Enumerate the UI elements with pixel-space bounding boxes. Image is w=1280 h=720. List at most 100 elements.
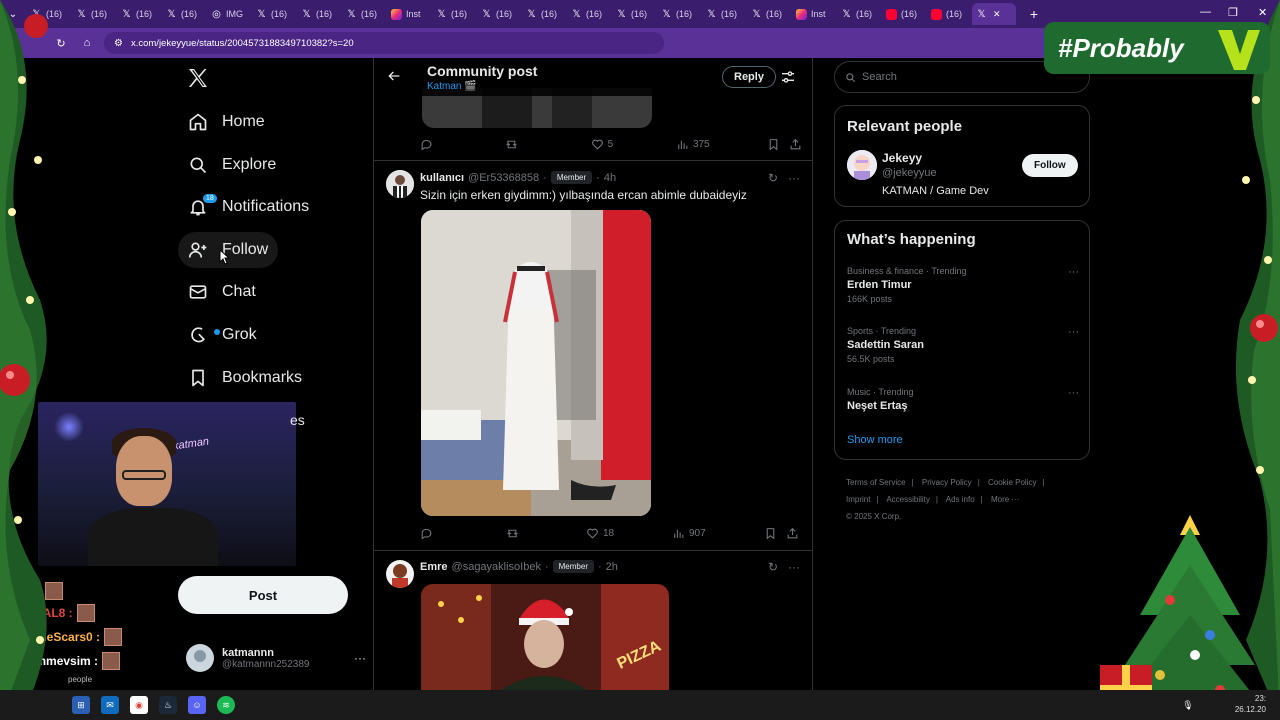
person-handle[interactable]: @jekeyyue	[882, 167, 937, 179]
back-arrow-icon[interactable]	[386, 68, 402, 84]
close-tab-icon[interactable]: ✕	[993, 9, 1001, 20]
browser-tab[interactable]: 𝕏 (16)	[252, 3, 296, 25]
follow-button[interactable]: Follow	[1022, 154, 1078, 177]
steam-icon[interactable]: ♨	[159, 696, 177, 714]
community-name[interactable]: Katman 🎬	[427, 81, 477, 92]
browser-tab[interactable]: (16)	[882, 3, 926, 25]
repost-action[interactable]	[506, 527, 586, 540]
nav-notifications[interactable]: 18 Notifications	[178, 189, 319, 225]
bookmark-action[interactable]	[764, 527, 786, 540]
author-handle[interactable]: @sagayaklisoIbek	[452, 561, 541, 573]
views-action[interactable]: 375	[676, 138, 767, 151]
browser-tab[interactable]: ◎ IMG	[207, 3, 251, 25]
webcam-overlay: katman	[38, 402, 296, 566]
browser-tab[interactable]: (16)	[927, 3, 971, 25]
more-options-icon[interactable]: ···	[354, 651, 366, 665]
browser-tab[interactable]: Inst	[792, 3, 836, 25]
post-time[interactable]: 4h	[604, 172, 616, 184]
post-button[interactable]: Post	[178, 576, 348, 614]
reply-button[interactable]: Reply	[722, 66, 776, 88]
footer-link[interactable]: Privacy Policy	[922, 478, 972, 487]
site-info-icon[interactable]: ⚙	[114, 38, 123, 49]
avatar[interactable]	[847, 150, 877, 180]
discord-icon[interactable]: ☺	[188, 696, 206, 714]
share-action[interactable]	[786, 527, 799, 540]
author-handle[interactable]: @Er53368858	[468, 172, 539, 184]
nav-explore[interactable]: Explore	[178, 147, 286, 183]
grok-explain-icon[interactable]: ↻	[768, 560, 778, 574]
reply-action[interactable]	[420, 527, 506, 540]
nav-home[interactable]: Home	[178, 104, 275, 140]
browser-tab[interactable]: 𝕏 (16)	[657, 3, 701, 25]
share-action[interactable]	[789, 138, 802, 151]
like-action[interactable]: 5	[591, 138, 676, 151]
footer-link[interactable]: Imprint	[846, 495, 870, 504]
close-window-icon[interactable]: ✕	[1258, 6, 1267, 19]
footer-link[interactable]: Ads info	[946, 495, 975, 504]
tab-label: (16)	[361, 9, 378, 19]
views-action[interactable]: 907	[672, 527, 764, 540]
x-logo-icon[interactable]	[186, 66, 210, 90]
new-tab-button[interactable]: +	[1026, 6, 1042, 22]
repost-action[interactable]	[505, 138, 590, 151]
outlook-icon[interactable]: ✉	[101, 696, 119, 714]
browser-tab[interactable]: Inst	[387, 3, 431, 25]
maximize-icon[interactable]: ❐	[1228, 6, 1238, 19]
minimize-icon[interactable]: —	[1200, 6, 1211, 18]
url-field[interactable]: ⚙ x.com/jekeyyue/status/2004573188349710…	[104, 32, 664, 54]
tab-search-icon[interactable]: ⌄	[0, 3, 26, 25]
post-photo[interactable]	[421, 210, 651, 516]
reply-action[interactable]	[420, 138, 505, 151]
nav-chat[interactable]: Chat	[178, 274, 266, 310]
more-options-icon[interactable]: ···	[1068, 266, 1079, 278]
more-options-icon[interactable]: ···	[1068, 387, 1079, 399]
trend-item[interactable]: Sports · Trending Sadettin Saran 56.5K p…	[847, 326, 1079, 364]
nav-bookmarks[interactable]: Bookmarks	[178, 360, 312, 396]
account-switcher[interactable]: katmannn @katmannn252389 ···	[186, 640, 366, 676]
post-photo[interactable]: PIZZA	[421, 584, 669, 690]
browser-tab[interactable]: 𝕏 (16)	[342, 3, 386, 25]
windows-icon[interactable]: ⊞	[72, 696, 90, 714]
more-options-icon[interactable]: ···	[788, 560, 800, 574]
footer-link[interactable]: Accessibility	[886, 495, 930, 504]
more-options-icon[interactable]: ···	[1068, 326, 1079, 338]
person-name[interactable]: Jekeyy	[882, 151, 922, 165]
microphone-icon[interactable]: 🎙	[1179, 696, 1197, 714]
browser-tab[interactable]: 𝕏 (16)	[162, 3, 206, 25]
like-action[interactable]: 18	[586, 527, 672, 540]
avatar[interactable]	[386, 170, 414, 198]
spotify-icon[interactable]: ≋	[217, 696, 235, 714]
author-name[interactable]: kullanıcı	[420, 172, 464, 184]
browser-tab[interactable]: 𝕏 (16)	[567, 3, 611, 25]
home-button-icon[interactable]: ⌂	[78, 37, 96, 49]
browser-tab[interactable]: 𝕏 (16)	[432, 3, 476, 25]
filter-icon[interactable]	[780, 69, 796, 85]
browser-tab[interactable]: 𝕏 (16)	[297, 3, 341, 25]
nav-grok[interactable]: Grok	[178, 317, 267, 353]
browser-tab[interactable]: 𝕏 (16)	[477, 3, 521, 25]
more-options-icon[interactable]: ···	[788, 171, 800, 185]
post-time[interactable]: 2h	[606, 561, 618, 573]
browser-tab[interactable]: 𝕏 (16)	[837, 3, 881, 25]
browser-tab[interactable]: 𝕏 (16)	[27, 3, 71, 25]
tab-active[interactable]: 𝕏 ✕	[972, 3, 1016, 25]
browser-tab[interactable]: 𝕏 (16)	[117, 3, 161, 25]
browser-tab[interactable]: 𝕏 (16)	[747, 3, 791, 25]
browser-tab[interactable]: 𝕏 (16)	[522, 3, 566, 25]
author-name[interactable]: Emre	[420, 561, 448, 573]
grok-explain-icon[interactable]: ↻	[768, 171, 778, 185]
browser-tab[interactable]: 𝕏 (16)	[72, 3, 116, 25]
browser-tab[interactable]: 𝕏 (16)	[612, 3, 656, 25]
avatar[interactable]	[386, 560, 414, 588]
trend-item[interactable]: Music · Trending Neşet Ertaş ···	[847, 387, 1079, 412]
bookmark-action[interactable]	[767, 138, 789, 151]
footer-link[interactable]: Cookie Policy	[988, 478, 1036, 487]
reload-icon[interactable]: ↻	[52, 37, 70, 50]
footer-link[interactable]: Terms of Service	[846, 478, 906, 487]
trend-item[interactable]: Business & finance · Trending Erden Timu…	[847, 266, 1079, 304]
footer-link[interactable]: More ···	[991, 495, 1019, 504]
browser-tab[interactable]: 𝕏 (16)	[702, 3, 746, 25]
chrome-icon[interactable]: ◉	[130, 696, 148, 714]
system-clock[interactable]: 23: 26.12.20	[1235, 693, 1266, 715]
show-more-link[interactable]: Show more	[847, 434, 903, 446]
